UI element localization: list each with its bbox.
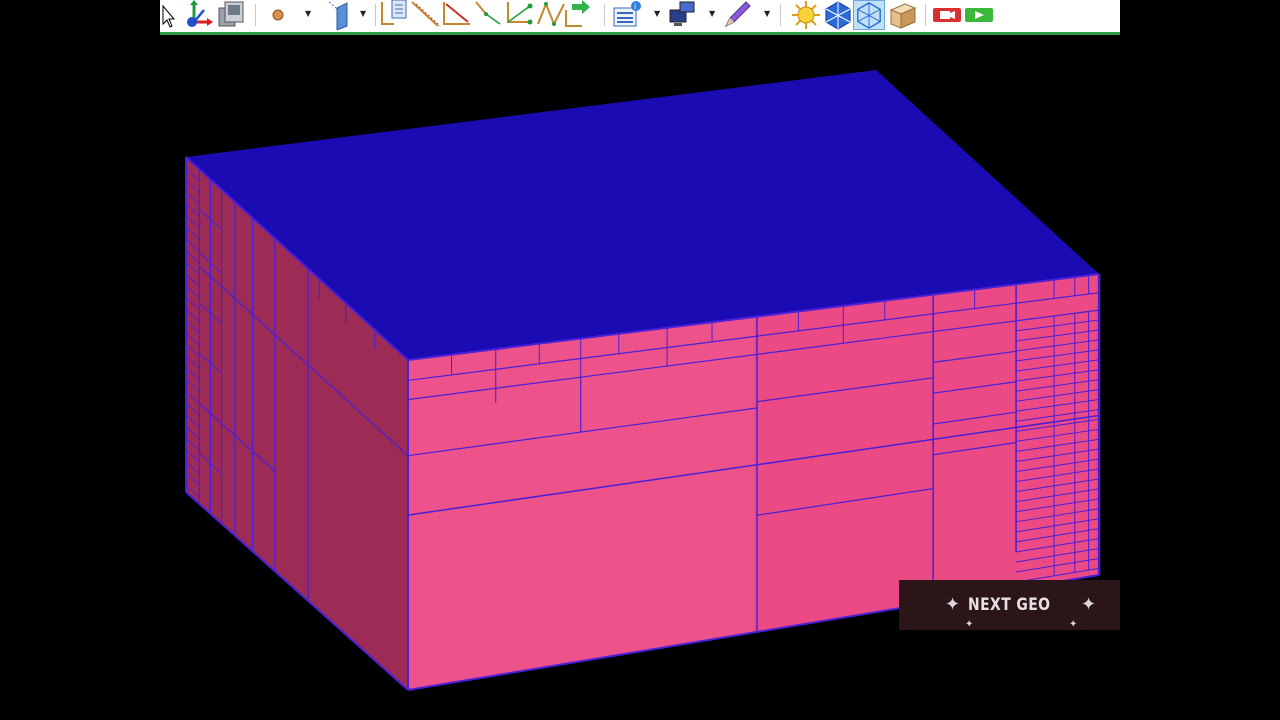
polyline-icon[interactable]	[474, 0, 504, 30]
overlay-label: NEXT GEO	[968, 595, 1051, 615]
line-icon[interactable]	[410, 0, 442, 30]
chevron-down-icon[interactable]: ▼	[360, 9, 366, 18]
zigzag-icon[interactable]	[536, 0, 566, 30]
sparkle-icon: ✦	[1081, 594, 1097, 615]
record-icon[interactable]	[932, 0, 962, 30]
curve-node-icon[interactable]	[504, 0, 536, 30]
chevron-down-icon[interactable]: ▼	[709, 9, 715, 18]
hexagon-mesh-icon[interactable]	[822, 0, 854, 30]
sparkle-icon: ✦	[1069, 619, 1078, 630]
chevron-down-icon[interactable]: ▼	[764, 9, 770, 18]
sparkle-icon: ✦	[945, 594, 961, 615]
angle-line-icon[interactable]	[442, 0, 474, 30]
point-sphere-icon[interactable]	[268, 0, 288, 30]
box-solid-icon[interactable]	[886, 0, 918, 30]
view-stack-icon[interactable]	[216, 0, 246, 30]
sparkle-icon: ✦	[965, 619, 974, 630]
plane-icon[interactable]	[328, 0, 352, 30]
pencil-icon[interactable]	[722, 0, 754, 30]
next-geo-overlay: ✦ ✦ ✦ ✦ NEXT GEO	[899, 580, 1120, 630]
chevron-down-icon[interactable]: ▼	[305, 9, 311, 18]
document-icon[interactable]	[380, 0, 410, 30]
svg-text:i: i	[634, 2, 636, 11]
hexagon-wireframe-icon[interactable]	[853, 0, 885, 30]
sun-light-icon[interactable]	[790, 0, 822, 30]
play-icon[interactable]	[964, 0, 994, 30]
select-arrow-icon[interactable]	[160, 0, 178, 30]
list-info-icon[interactable]: i	[612, 0, 644, 30]
connect-arrow-icon[interactable]	[564, 0, 596, 30]
axes-transform-icon[interactable]	[182, 0, 214, 30]
network-computer-icon[interactable]	[666, 0, 698, 30]
chevron-down-icon[interactable]: ▼	[654, 9, 660, 18]
toolbar: ▼ ▼ i ▼ ▼ ▼	[160, 0, 1120, 35]
